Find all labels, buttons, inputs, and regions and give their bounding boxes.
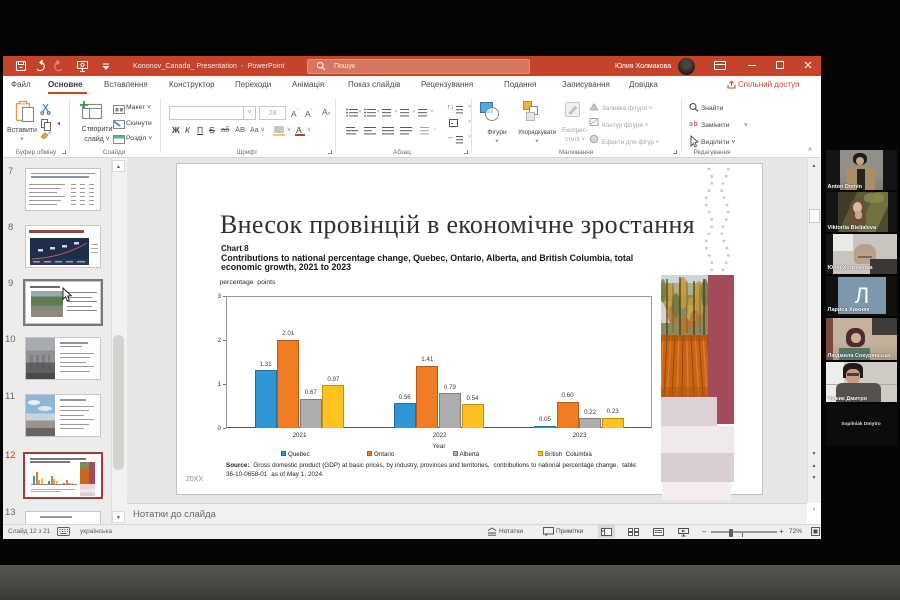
svg-text:b: b [694, 121, 698, 128]
svg-text:a: a [689, 121, 693, 128]
